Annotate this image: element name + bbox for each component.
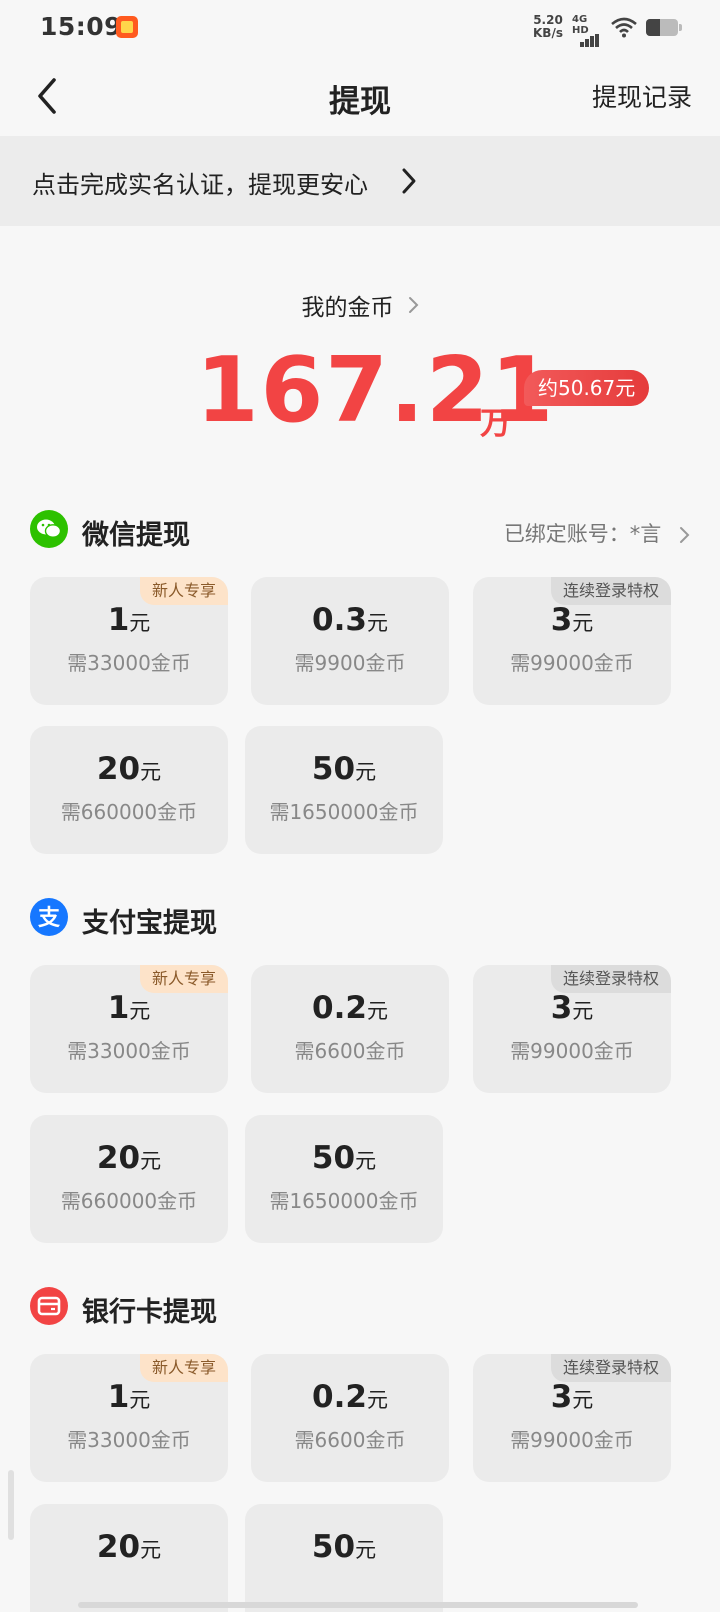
- option-coin-cost: 需33000金币: [67, 1428, 191, 1452]
- option-coin-cost: 需9900金币: [294, 651, 406, 675]
- option-amount: 1元: [107, 602, 151, 638]
- alipay-section-header: 支 支付宝提现: [30, 898, 690, 939]
- app-notification-icon: [116, 16, 138, 38]
- cellular-signal-icon: 4G HD: [572, 14, 602, 47]
- option-coin-cost: 需660000金币: [60, 1189, 198, 1213]
- back-arrow-icon[interactable]: [30, 74, 70, 118]
- alipay-option-card[interactable]: 20元 需660000金币: [30, 1115, 228, 1243]
- wechat-option-card[interactable]: 50元 需1650000金币: [245, 726, 443, 854]
- option-coin-cost: 需6600金币: [294, 1039, 406, 1063]
- chevron-right-icon: [402, 168, 416, 194]
- banner-text: 点击完成实名认证，提现更安心: [32, 171, 368, 199]
- option-amount: 1元: [107, 1379, 151, 1415]
- option-coin-cost: 需1650000金币: [269, 800, 419, 824]
- login-privilege-tag: 连续登录特权: [550, 1354, 671, 1382]
- my-coins-label: 我的金币: [301, 295, 394, 321]
- bank-card-option-card[interactable]: 0.2元 需6600金币: [251, 1354, 449, 1482]
- option-amount: 20元: [96, 1529, 162, 1565]
- bound-account-text: 已绑定账号：*言: [503, 522, 662, 546]
- login-privilege-tag: 连续登录特权: [550, 577, 671, 605]
- alipay-option-card[interactable]: 50元 需1650000金币: [245, 1115, 443, 1243]
- option-coin-cost: 需99000金币: [510, 1428, 634, 1452]
- coins-unit: 万: [480, 406, 511, 442]
- newcomer-tag: 新人专享: [139, 965, 228, 993]
- option-amount: 50元: [311, 1140, 377, 1176]
- bank-card-section-header: 银行卡提现: [30, 1287, 690, 1328]
- withdraw-history-link[interactable]: 提现记录: [592, 78, 692, 114]
- chevron-right-icon: [680, 527, 690, 543]
- option-amount: 20元: [96, 1140, 162, 1176]
- option-coin-cost: 需1650000金币: [269, 1189, 419, 1213]
- alipay-option-card[interactable]: 0.2元 需6600金币: [251, 965, 449, 1093]
- alipay-option-card[interactable]: 连续登录特权 3元 需99000金币: [473, 965, 671, 1093]
- option-amount: 50元: [311, 751, 377, 787]
- login-privilege-tag: 连续登录特权: [550, 965, 671, 993]
- option-amount: 20元: [96, 751, 162, 787]
- svg-text:支: 支: [38, 906, 61, 931]
- option-coin-cost: 需33000金币: [67, 651, 191, 675]
- withdraw-page: 15:09 5.20 KB/s 4G HD 提现 提现记录 点击完成实名认证，提…: [0, 0, 720, 1612]
- chevron-right-icon: [408, 297, 418, 313]
- option-amount: 0.2元: [312, 990, 388, 1026]
- alipay-option-card[interactable]: 新人专享 1元 需33000金币: [30, 965, 228, 1093]
- option-coin-cost: 需6600金币: [294, 1428, 406, 1452]
- option-coin-cost: 需99000金币: [510, 651, 634, 675]
- option-amount: 1元: [107, 990, 151, 1026]
- option-amount: 0.2元: [312, 1379, 388, 1415]
- bank-card-option-card[interactable]: 50元: [245, 1504, 443, 1612]
- newcomer-tag: 新人专享: [139, 1354, 228, 1382]
- my-coins-link[interactable]: 我的金币: [0, 288, 720, 322]
- coins-cash-value-badge: 约50.67元: [524, 370, 650, 406]
- wechat-section-header: 微信提现 已绑定账号：*言: [30, 510, 690, 551]
- option-coin-cost: 需33000金币: [67, 1039, 191, 1063]
- real-name-verify-banner[interactable]: 点击完成实名认证，提现更安心: [0, 136, 720, 226]
- status-time: 15:09: [40, 12, 123, 41]
- option-coin-cost: 需99000金币: [510, 1039, 634, 1063]
- option-amount: 3元: [550, 1379, 594, 1415]
- option-amount: 3元: [550, 990, 594, 1026]
- alipay-section-title: 支付宝提现: [82, 908, 217, 939]
- wechat-icon: [30, 510, 68, 548]
- option-amount: 3元: [550, 602, 594, 638]
- nav-bar: 提现 提现记录: [0, 56, 720, 136]
- bank-card-option-card[interactable]: 连续登录特权 3元 需99000金币: [473, 1354, 671, 1482]
- option-amount: 50元: [311, 1529, 377, 1565]
- net-speed-unit: KB/s: [533, 26, 563, 40]
- gesture-home-bar[interactable]: [78, 1602, 638, 1608]
- wechat-bound-account[interactable]: 已绑定账号：*言: [504, 518, 690, 548]
- wifi-icon: [611, 17, 637, 38]
- option-amount: 0.3元: [312, 602, 388, 638]
- battery-icon: [646, 19, 682, 36]
- newcomer-tag: 新人专享: [139, 577, 228, 605]
- status-bar: 15:09 5.20 KB/s 4G HD: [0, 0, 720, 56]
- wechat-option-card[interactable]: 新人专享 1元 需33000金币: [30, 577, 228, 705]
- wechat-option-card[interactable]: 0.3元 需9900金币: [251, 577, 449, 705]
- wechat-option-card[interactable]: 连续登录特权 3元 需99000金币: [473, 577, 671, 705]
- bank-card-option-card[interactable]: 20元: [30, 1504, 228, 1612]
- wechat-section-title: 微信提现: [82, 520, 190, 551]
- alipay-icon: 支: [30, 898, 68, 936]
- net-speed: 5.20 KB/s: [530, 14, 566, 40]
- bank-card-section-title: 银行卡提现: [82, 1297, 217, 1328]
- bank-card-option-card[interactable]: 新人专享 1元 需33000金币: [30, 1354, 228, 1482]
- wechat-option-card[interactable]: 20元 需660000金币: [30, 726, 228, 854]
- bank-card-icon: [30, 1287, 68, 1325]
- option-coin-cost: 需660000金币: [60, 800, 198, 824]
- scroll-indicator: [8, 1470, 14, 1540]
